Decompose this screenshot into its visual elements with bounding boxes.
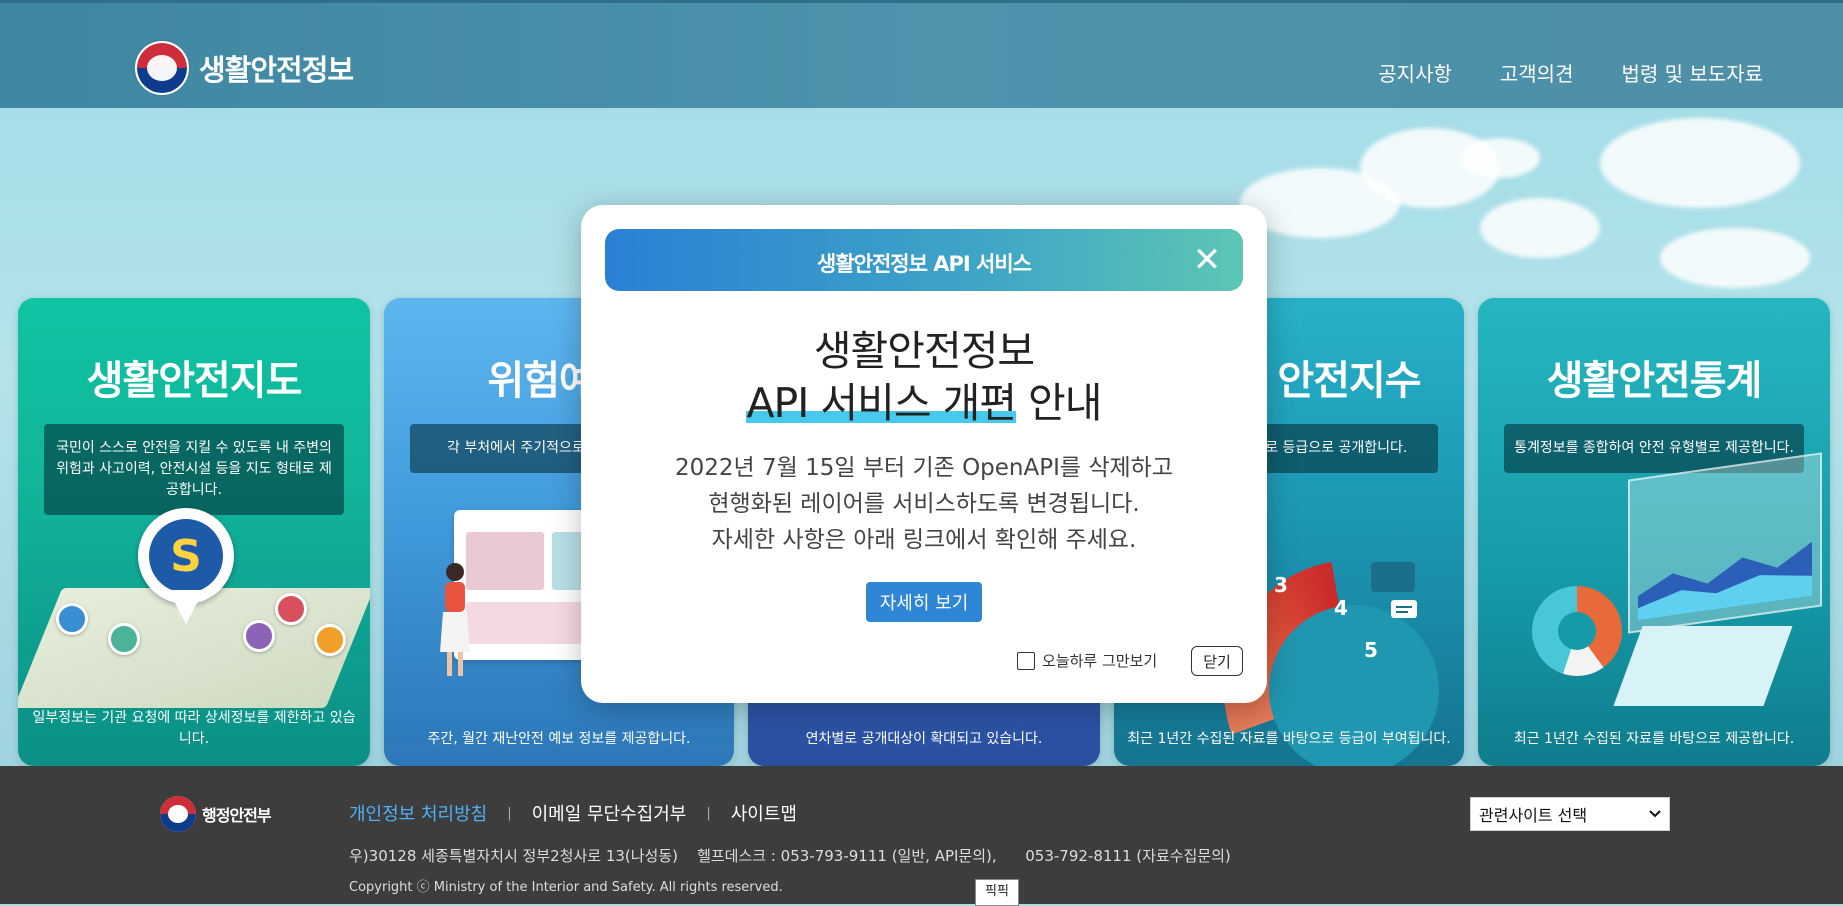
modal-header-title: 생활안전정보 API 서비스 <box>817 252 1032 276</box>
ministry-name: 행정안전부 <box>202 806 272 825</box>
card-safety-map[interactable]: 생활안전지도 국민이 스스로 안전을 지킬 수 있도록 내 주변의 위험과 사고… <box>18 298 370 766</box>
modal-title: 생활안전정보 API 서비스 개편 안내 <box>581 325 1267 429</box>
pin-tail <box>168 590 204 624</box>
dont-show-today-option[interactable]: 오늘하루 그만보기 <box>1017 650 1157 671</box>
footer-links: 개인정보 처리방침 | 이메일 무단수집거부 | 사이트맵 <box>349 800 797 826</box>
modal-body-line: 2022년 7월 15일 부터 기존 OpenAPI를 삭제하고 <box>674 455 1174 481</box>
footer-address: 우)30128 세종특별자치시 정부2청사로 13(나성동) 헬프데스크 : 0… <box>349 847 1231 865</box>
modal-title-line1: 생활안전정보 <box>813 327 1035 375</box>
modal-title-rest: 안내 <box>1016 379 1102 427</box>
nav-customer-feedback[interactable]: 고객의견 <box>1500 58 1574 87</box>
emblem-icon <box>160 796 196 832</box>
api-notice-modal: 생활안전정보 API 서비스 ✕ 생활안전정보 API 서비스 개편 안내 20… <box>581 205 1267 703</box>
related-sites-value: 관련사이트 선택 <box>1479 806 1588 825</box>
separator: | <box>507 805 512 821</box>
emblem-icon <box>135 41 189 95</box>
dont-show-today-checkbox[interactable] <box>1017 651 1035 670</box>
chat-bubble-icon <box>1371 562 1417 618</box>
related-sites-select[interactable]: 관련사이트 선택 <box>1470 797 1670 831</box>
dont-show-today-label: 오늘하루 그만보기 <box>1042 652 1158 670</box>
separator: | <box>706 805 711 821</box>
card-safety-stats[interactable]: 생활안전통계 통계정보를 종합하여 안전 유형별로 제공합니다. 최근 1년간 … <box>1478 298 1830 766</box>
card-footnote: 최근 1년간 수집된 자료를 바탕으로 등급이 부여됩니다. <box>1127 731 1451 747</box>
chevron-down-icon <box>1649 810 1661 818</box>
site-footer: 행정안전부 개인정보 처리방침 | 이메일 무단수집거부 | 사이트맵 우)30… <box>0 766 1843 904</box>
card-footnote: 최근 1년간 수집된 자료를 바탕으로 제공합니다. <box>1513 731 1795 747</box>
tooltip-label: 픽픽 <box>975 879 1019 906</box>
modal-header: 생활안전정보 API 서비스 ✕ <box>605 229 1243 291</box>
card-footnote: 연차별로 공개대상이 확대되고 있습니다. <box>805 731 1043 747</box>
chart-board-illustration <box>1628 452 1822 634</box>
footer-copyright: Copyright ⓒ Ministry of the Interior and… <box>349 880 783 895</box>
email-refusal-link[interactable]: 이메일 무단수집거부 <box>532 800 687 826</box>
top-nav: 공지사항 고객의견 법령 및 보도자료 <box>1378 58 1763 87</box>
card-description: 국민이 스스로 안전을 지킬 수 있도록 내 주변의 위험과 사고이력, 안전시… <box>44 424 344 515</box>
gauge-number: 5 <box>1364 638 1378 662</box>
sitemap-link[interactable]: 사이트맵 <box>731 800 797 826</box>
location-pin-icon <box>56 603 88 635</box>
location-pin-icon <box>108 623 140 655</box>
ministry-logo: 행정안전부 <box>160 796 272 832</box>
site-header: 생활안전정보 공지사항 고객의견 법령 및 보도자료 <box>0 0 1843 108</box>
modal-body-line: 현행화된 레이어를 서비스하도록 변경됩니다. <box>708 491 1140 517</box>
card-footnote: 주간, 월간 재난안전 예보 정보를 제공합니다. <box>427 731 691 747</box>
gauge-number: 3 <box>1274 573 1288 597</box>
close-icon[interactable]: ✕ <box>1187 240 1227 280</box>
document-illustration <box>1613 626 1793 706</box>
card-title: 생활안전지도 <box>86 358 303 404</box>
location-pin-icon <box>314 624 346 656</box>
modal-body: 2022년 7월 15일 부터 기존 OpenAPI를 삭제하고 현행화된 레이… <box>581 450 1267 558</box>
location-pin-icon <box>275 593 307 625</box>
nav-laws-press[interactable]: 법령 및 보도자료 <box>1621 58 1763 87</box>
nav-notice[interactable]: 공지사항 <box>1378 58 1452 87</box>
person-illustration <box>440 563 470 676</box>
close-button[interactable]: 닫기 <box>1191 646 1243 676</box>
donut-chart-icon <box>1532 586 1622 676</box>
card-title: 생활안전통계 <box>1546 358 1763 404</box>
location-pin-icon <box>243 620 275 652</box>
modal-body-line: 자세한 사항은 아래 링크에서 확인해 주세요. <box>711 527 1137 553</box>
gauge-number: 4 <box>1334 596 1348 620</box>
privacy-policy-link[interactable]: 개인정보 처리방침 <box>349 800 487 826</box>
card-footnote: 일부정보는 기관 요청에 따라 상세정보를 제한하고 있습니다. <box>32 710 356 747</box>
view-details-button[interactable]: 자세히 보기 <box>866 582 982 622</box>
site-logo-text: 생활안전정보 <box>199 53 354 87</box>
site-logo[interactable]: 생활안전정보 <box>135 41 354 95</box>
modal-title-highlight: API 서비스 개편 <box>746 379 1017 427</box>
